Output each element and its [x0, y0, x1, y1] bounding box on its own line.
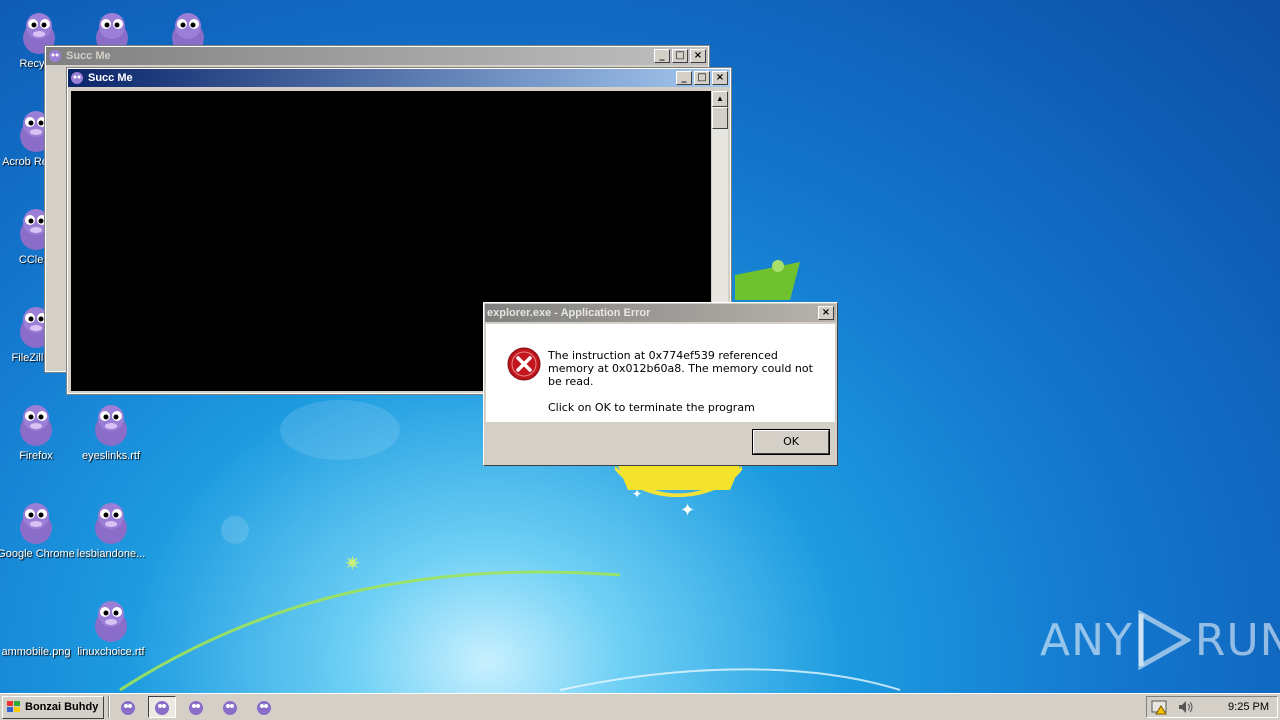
bonzi-icon — [20, 503, 52, 544]
scroll-up-arrow[interactable]: ▲ — [712, 91, 728, 107]
desktop-icon-ammobile[interactable]: ammobile.png — [0, 596, 75, 659]
desktop-icon-label: lesbiandone... — [76, 548, 146, 560]
bonzi-icon — [172, 13, 204, 48]
application-error-dialog[interactable]: explorer.exe - Application Error × The i… — [483, 302, 838, 466]
desktop-icon-firefox[interactable]: Firefox — [0, 400, 75, 463]
maximize-button[interactable]: □ — [694, 71, 710, 85]
close-button[interactable]: × — [712, 71, 728, 85]
taskbar: Bonzai Buhdy 9:25 PM — [0, 693, 1280, 720]
close-button[interactable]: × — [690, 49, 706, 63]
taskbar-item[interactable] — [250, 696, 278, 718]
dialog-title: explorer.exe - Application Error — [487, 307, 651, 319]
bonzi-icon — [20, 405, 52, 446]
clock[interactable]: 9:25 PM — [1228, 701, 1269, 713]
anyrun-watermark: ANY RUN — [1040, 610, 1280, 670]
minimize-button[interactable]: _ — [654, 49, 670, 63]
bonzi-icon — [49, 50, 61, 62]
taskbar-item-active[interactable] — [148, 696, 177, 718]
watermark-left-text: ANY — [1040, 614, 1133, 666]
bonzi-icon — [95, 503, 127, 544]
dialog-body: The instruction at 0x774ef539 referenced… — [486, 324, 835, 422]
bonzi-icon — [223, 701, 238, 715]
error-icon — [507, 347, 541, 381]
windows-logo-icon — [7, 701, 20, 712]
bonzi-icon — [155, 701, 170, 715]
desktop-icon-linuxchoice[interactable]: linuxchoice.rtf — [72, 596, 150, 659]
error-text: The instruction at 0x774ef539 referenced… — [548, 349, 813, 388]
desktop-icon[interactable] — [73, 8, 151, 48]
watermark-right-text: RUN — [1194, 614, 1280, 666]
bonzi-icon — [95, 601, 127, 642]
window-title: Succ Me — [88, 72, 133, 84]
volume-icon[interactable] — [1177, 699, 1195, 715]
bonzi-icon — [96, 13, 128, 48]
desktop-icon-label: eyeslinks.rtf — [81, 450, 141, 462]
play-logo-icon — [1138, 610, 1191, 670]
bonzi-icon — [121, 701, 136, 715]
start-label: Bonzai Buhdy — [25, 701, 99, 713]
maximize-button[interactable]: □ — [672, 49, 688, 63]
svg-text:✦: ✦ — [632, 487, 642, 501]
desktop-icon-label: Google Chrome — [0, 548, 75, 560]
error-instruction: Click on OK to terminate the program — [548, 401, 755, 414]
desktop-icon-label: Firefox — [19, 450, 53, 462]
dialog-title-bar[interactable]: explorer.exe - Application Error × — [485, 304, 836, 322]
taskbar-item[interactable] — [114, 696, 142, 718]
taskbar-separator — [108, 696, 111, 718]
minimize-button[interactable]: _ — [676, 71, 692, 85]
bonzi-icon — [257, 701, 272, 715]
error-message: The instruction at 0x774ef539 referenced… — [548, 349, 818, 427]
bonzi-icon — [189, 701, 204, 715]
desktop-icon[interactable] — [149, 8, 227, 48]
system-tray: 9:25 PM — [1146, 696, 1278, 718]
start-button[interactable]: Bonzai Buhdy — [2, 695, 105, 719]
scroll-thumb[interactable] — [712, 107, 728, 129]
desktop-icon-lesbiandone[interactable]: lesbiandone... — [72, 498, 150, 561]
taskbar-item[interactable] — [182, 696, 210, 718]
close-button[interactable]: × — [818, 306, 834, 320]
title-bar[interactable]: Succ Me _ □ × — [46, 47, 708, 65]
window-title: Succ Me — [66, 50, 111, 62]
ok-button[interactable]: OK — [752, 429, 830, 455]
bonzi-icon — [95, 405, 127, 446]
desktop-icon-label: linuxchoice.rtf — [77, 646, 145, 658]
desktop-icon-label: ammobile.png — [1, 646, 71, 658]
file-icon — [12, 596, 60, 644]
bonzi-icon — [71, 72, 83, 84]
desktop-icon-chrome[interactable]: Google Chrome — [0, 498, 75, 561]
svg-text:✦: ✦ — [680, 500, 695, 521]
action-center-icon[interactable] — [1151, 699, 1169, 715]
taskbar-item[interactable] — [216, 696, 244, 718]
title-bar[interactable]: Succ Me _ □ × — [68, 69, 730, 87]
svg-text:✷: ✷ — [344, 551, 361, 575]
desktop-icon-eyeslinks[interactable]: eyeslinks.rtf — [72, 400, 150, 463]
